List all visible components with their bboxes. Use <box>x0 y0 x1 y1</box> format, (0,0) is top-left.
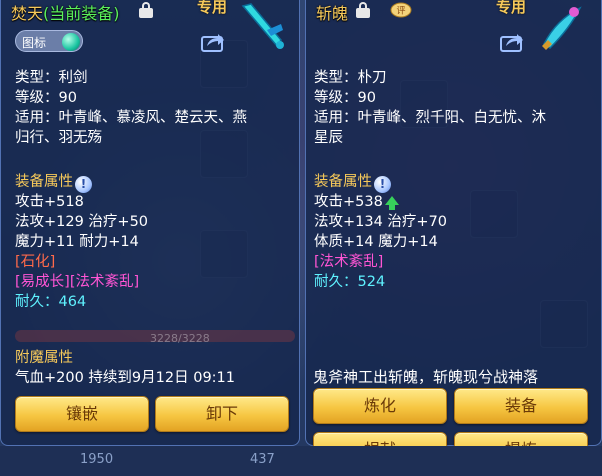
background-status-strip: 1950 437 <box>0 446 602 476</box>
share-icon[interactable] <box>500 32 524 52</box>
item-type: 类型：利剑 <box>15 70 88 86</box>
item-level: 等级：90 <box>15 90 77 106</box>
item-basic-info: 类型：利剑 等级：90 适用：叶青峰、慕凌风、楚云天、燕 归行、羽无殇 <box>15 68 247 148</box>
attr-line: 法攻+129 治疗+50 <box>15 214 149 230</box>
current-equip-tag: (当前装备) <box>43 4 120 23</box>
attr-section-title: 装备属性! <box>15 170 92 193</box>
lock-icon[interactable] <box>356 2 370 18</box>
item-users-cont: 归行、羽无殇 <box>15 130 102 146</box>
item-name: 焚天(当前装备) <box>11 4 120 23</box>
attr-line: 攻击+538 <box>314 192 447 212</box>
item-flavor-text: 鬼斧神工出斩魄，斩魄现兮战神落 <box>313 368 539 386</box>
rating-badge-icon: 评 <box>390 2 412 18</box>
item-basic-info: 类型：朴刀 等级：90 适用：叶青峰、烈千阳、白无忧、沐 星辰 <box>314 68 546 148</box>
special-attr: [石化] <box>15 254 56 270</box>
attr-line: 法攻+134 治疗+70 <box>314 214 448 230</box>
item-users: 适用：叶青峰、慕凌风、楚云天、燕 <box>15 110 247 126</box>
enchant-line: 气血+200 持续到9月12日 09:11 <box>15 370 236 386</box>
equip-button[interactable]: 装备 <box>454 388 588 424</box>
background-stat: 437 <box>250 452 275 467</box>
sword-icon <box>241 3 284 49</box>
attr-line: 魔力+11 耐力+14 <box>15 234 139 250</box>
item-name: 斩魄 <box>316 4 349 23</box>
share-icon[interactable] <box>201 32 225 52</box>
durability: 耐久：524 <box>314 274 386 290</box>
item-users-cont: 星辰 <box>314 130 343 146</box>
icon-toggle[interactable]: 图标 <box>15 30 83 52</box>
item-level: 等级：90 <box>314 90 376 106</box>
hp-bar-text: 3228/3228 <box>150 332 210 345</box>
attr-line: 体质+14 魔力+14 <box>314 234 438 250</box>
inlay-button[interactable]: 镶嵌 <box>15 396 149 432</box>
lock-icon[interactable] <box>139 2 153 18</box>
info-icon[interactable]: ! <box>75 176 92 193</box>
attr-section-title: 装备属性! <box>314 170 391 193</box>
enchant-info: 气血+200 持续到9月12日 09:11 <box>15 368 235 388</box>
background-stat: 1950 <box>80 452 114 467</box>
info-icon[interactable]: ! <box>374 176 391 193</box>
stat-up-arrow-icon <box>384 196 399 210</box>
svg-text:评: 评 <box>396 6 405 17</box>
equipped-item-panel: 焚天(当前装备) 专用 图标 类型：利剑 等级：90 适用：叶青峰、慕凌风、楚云… <box>0 0 300 446</box>
exclusive-label: 专用 <box>496 0 527 16</box>
unequip-button[interactable]: 卸下 <box>155 396 289 432</box>
item-users: 适用：叶青峰、烈千阳、白无忧、沐 <box>314 110 546 126</box>
blade-icon <box>542 6 582 50</box>
jade-orb-icon <box>62 33 80 51</box>
attr-line: 攻击+518 <box>15 194 84 210</box>
item-attributes: 攻击+538 法攻+134 治疗+70 体质+14 魔力+14 [法术紊乱] 耐… <box>314 192 447 292</box>
exclusive-label: 专用 <box>197 0 228 16</box>
special-attr: [易成长][法术紊乱] <box>15 274 140 290</box>
item-type: 类型：朴刀 <box>314 70 387 86</box>
refine-button[interactable]: 炼化 <box>313 388 447 424</box>
durability: 耐久：464 <box>15 294 87 310</box>
enchant-section-title: 附魔属性 <box>15 350 73 366</box>
item-attributes: 攻击+518 法攻+129 治疗+50 魔力+11 耐力+14 [石化] [易成… <box>15 192 148 312</box>
special-attr: [法术紊乱] <box>314 254 384 270</box>
